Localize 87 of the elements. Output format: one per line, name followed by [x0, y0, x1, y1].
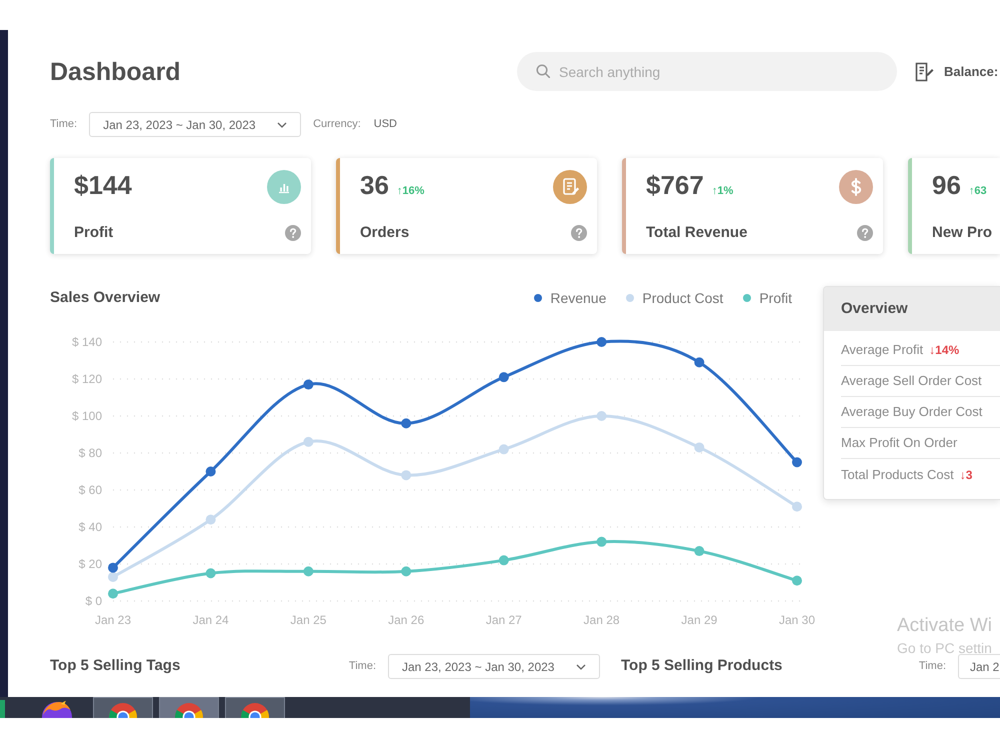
axis-label: $ 40: [78, 520, 102, 534]
section-title: Top 5 Selling Tags: [50, 656, 180, 676]
taskbar-button[interactable]: [225, 697, 285, 718]
data-point: [206, 568, 216, 578]
data-point: [498, 555, 509, 566]
card-value: 36: [360, 170, 389, 200]
axis-label: $ 60: [78, 483, 102, 497]
overview-label: Average Buy Order Cost: [841, 403, 982, 422]
data-point: [694, 546, 704, 556]
browser-icon: [240, 701, 270, 718]
change-indicator: ↓3: [960, 466, 972, 484]
data-point: [792, 576, 802, 586]
data-point: [498, 372, 509, 382]
data-point: [206, 514, 216, 525]
date-range-picker[interactable]: Jan 23, 2023 ~ Jan 30, 2023: [388, 654, 600, 679]
currency-label: Currency:: [313, 117, 361, 132]
data-point: [206, 466, 216, 476]
card-value: 96: [932, 170, 961, 200]
data-point: [303, 436, 314, 447]
data-point: [694, 357, 704, 368]
data-point: [303, 380, 314, 390]
card-label: Orders: [360, 222, 410, 243]
date-range-picker[interactable]: Jan 23, 2023 ~ Jan 30, 2023: [89, 112, 302, 137]
data-point: [792, 502, 802, 512]
page-title: Dashboard: [50, 56, 182, 86]
axis-label: Jan 30: [778, 613, 816, 627]
data-point: [108, 562, 118, 573]
data-point: [498, 444, 509, 454]
date-range-picker[interactable]: Jan 2: [958, 654, 1000, 679]
legend-label: Profit: [759, 288, 792, 308]
data-point: [792, 457, 802, 468]
axis-label: Jan 24: [192, 613, 229, 627]
change-indicator: ↑63: [968, 184, 987, 199]
axis-label: $ 20: [78, 557, 102, 571]
card-value: $144: [74, 170, 132, 200]
change-indicator: ↓14%: [929, 342, 960, 359]
axis-label: Jan 25: [290, 613, 326, 627]
axis-label: $ 120: [72, 372, 102, 386]
data-point: [401, 566, 412, 576]
data-point: [694, 442, 704, 452]
axis-label: $ 140: [72, 335, 102, 349]
time-label: Time:: [50, 117, 78, 132]
axis-label: Jan 28: [584, 613, 620, 627]
change-indicator: ↑16%: [396, 184, 424, 199]
taskbar-button[interactable]: [159, 697, 219, 718]
browser-icon: [41, 700, 73, 718]
card-label: Total Revenue: [646, 222, 748, 243]
data-point: [596, 536, 607, 547]
overview-label: Max Profit On Order: [841, 434, 958, 452]
search-field[interactable]: Search anything: [517, 52, 897, 91]
browser-icon: [108, 701, 138, 718]
card-value: $767: [646, 170, 704, 200]
card-label: Profit: [74, 222, 114, 243]
overview-label: Average Profit: [841, 341, 924, 360]
app-tile-icon[interactable]: [0, 700, 5, 718]
time-label: Time:: [348, 659, 376, 674]
axis-label: Jan 26: [388, 613, 424, 627]
axis-label: Jan 29: [681, 613, 718, 627]
card-label: New Pro: [932, 222, 992, 243]
taskbar-button[interactable]: [93, 697, 153, 718]
axis-label: Jan 23: [94, 613, 132, 627]
panel-title: Overview: [841, 298, 908, 319]
data-point: [108, 572, 118, 582]
data-point: [596, 411, 607, 421]
change-indicator: ↑1%: [712, 184, 734, 199]
axis-label: $ 80: [78, 446, 102, 460]
axis-label: $ 0: [85, 594, 102, 608]
section-title: Top 5 Selling Products: [621, 656, 782, 676]
currency-value: USD: [374, 117, 398, 132]
data-point: [401, 418, 412, 428]
data-point: [401, 470, 412, 480]
data-point: [596, 337, 607, 347]
browser-icon: [174, 701, 204, 718]
balance-label: Balance:: [944, 62, 998, 81]
axis-label: $ 100: [72, 409, 102, 423]
overview-label: Average Sell Order Cost: [841, 372, 982, 390]
chart-title: Sales Overview: [50, 288, 160, 308]
time-label: Time:: [918, 659, 946, 674]
data-point: [303, 566, 314, 576]
overview-label: Total Products Cost: [841, 466, 954, 484]
axis-label: Jan 27: [486, 613, 522, 627]
legend-label: Product Cost: [642, 288, 724, 308]
activation-notice-title: Activate Wi: [897, 614, 992, 638]
search-icon: [536, 64, 550, 78]
document-pen-icon: [914, 62, 934, 82]
legend-label: Revenue: [550, 288, 606, 308]
data-point: [108, 588, 118, 599]
